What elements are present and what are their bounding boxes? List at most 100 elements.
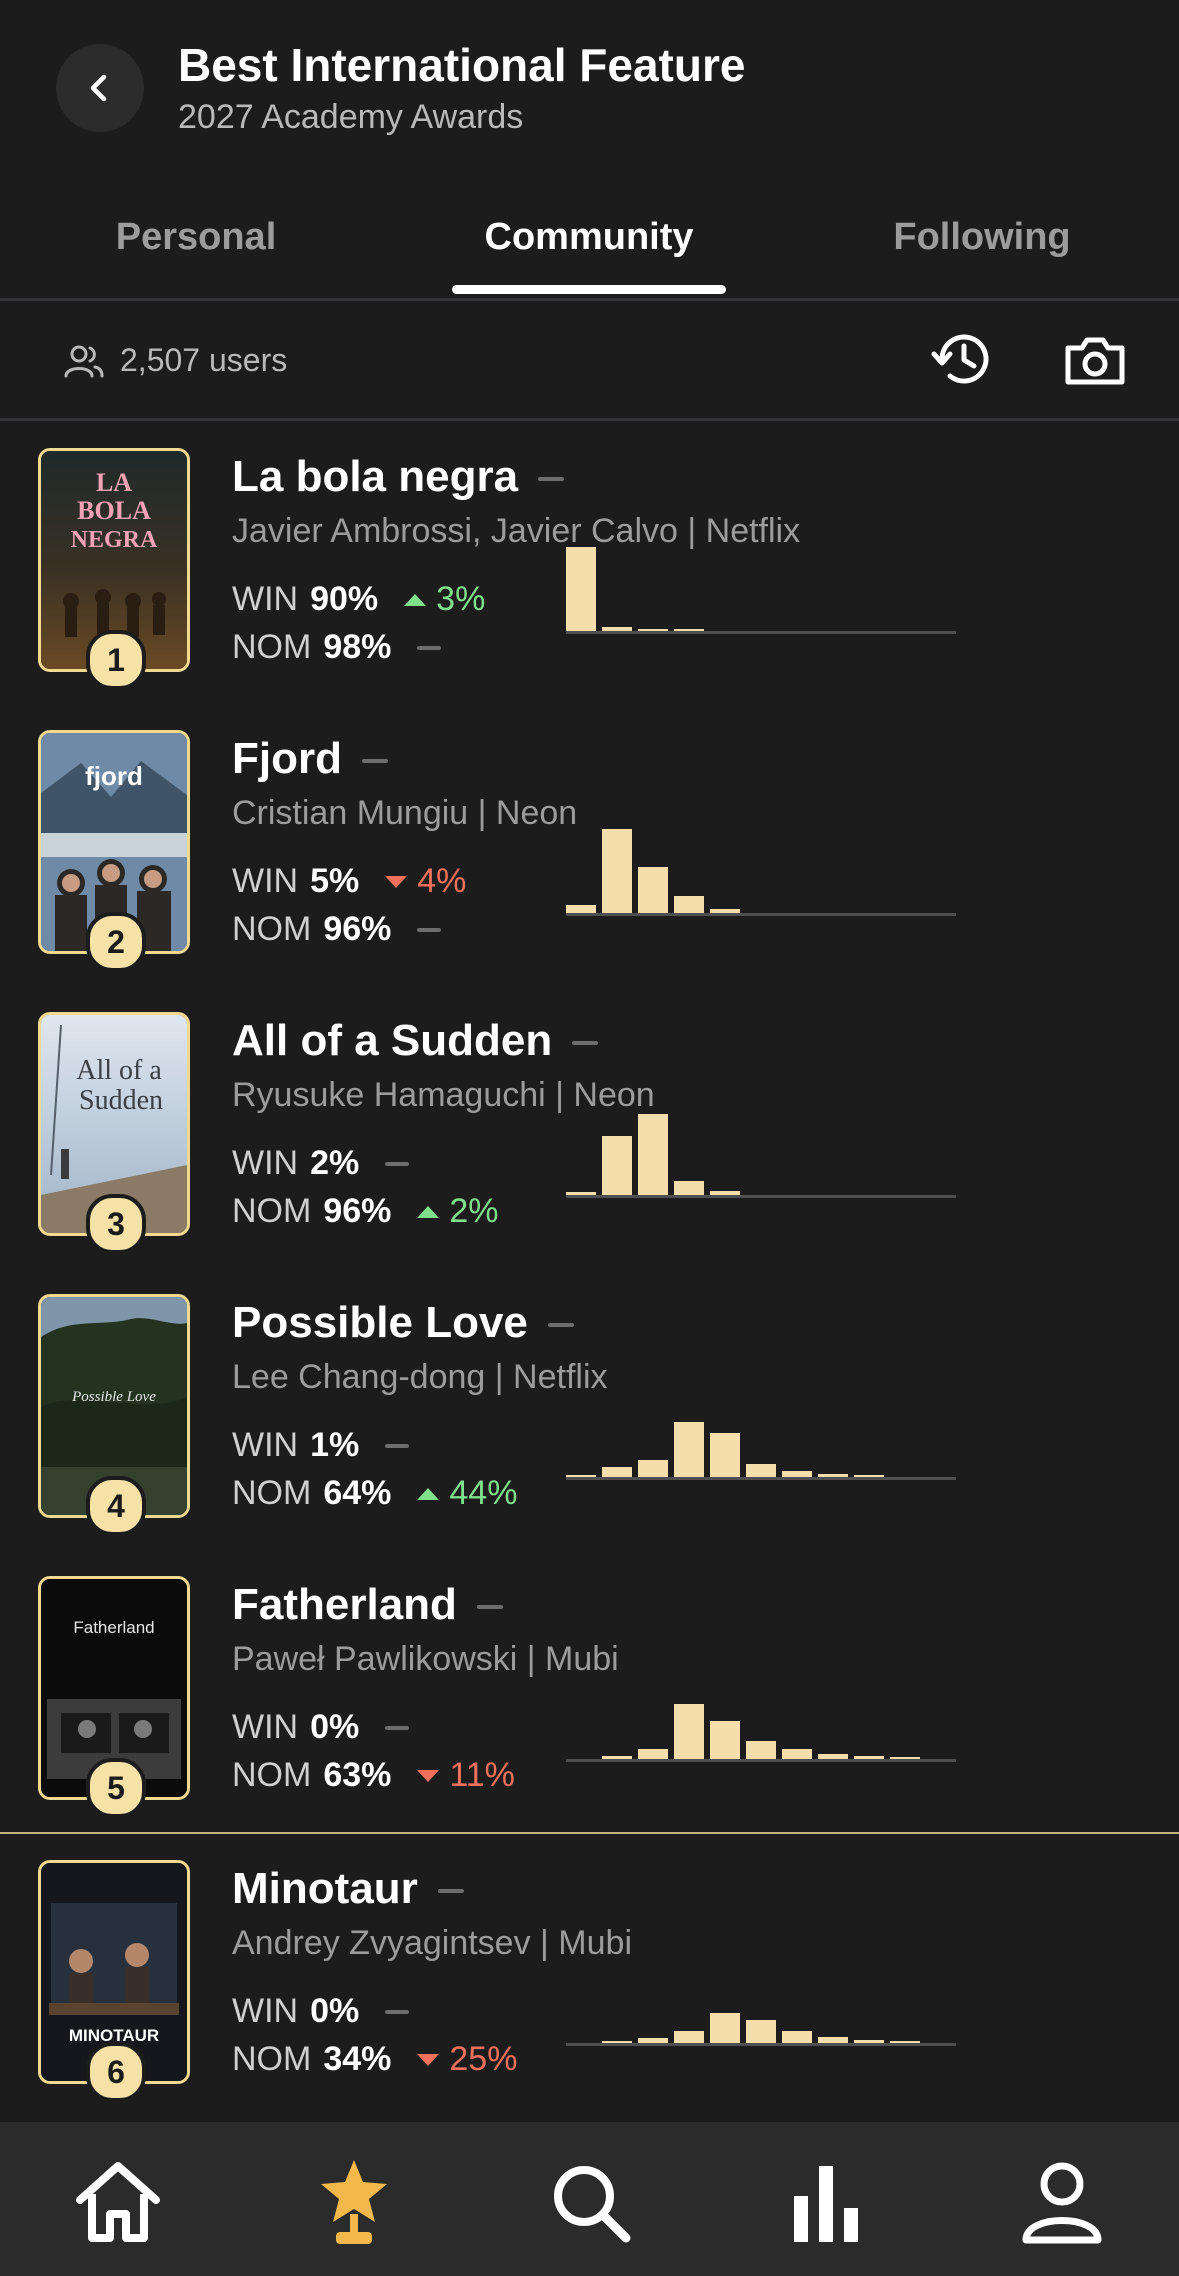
svg-text:fjord: fjord [85,761,143,791]
film-credits: Cristian Mungiu | Neon [232,794,578,832]
change-down: 25% [417,2040,517,2079]
nom-stat: NOM 63% 11% [232,1756,515,1795]
triangle-up-icon [404,593,427,606]
film-title[interactable]: Possible Love [232,1298,574,1348]
nav-home[interactable] [70,2154,166,2250]
nom-stat: NOM 98% [232,628,442,667]
histogram-baseline [566,913,956,916]
bottom-nav [0,2122,1179,2276]
search-icon [554,2166,631,2243]
page-title: Best International Feature [178,39,746,91]
title-no-change-dash [437,1889,464,1894]
tab-personal[interactable]: Personal [116,216,277,259]
page-subtitle: 2027 Academy Awards [178,98,524,136]
nav-awards[interactable] [306,2154,402,2250]
histogram-bar [602,1136,632,1195]
film-row[interactable]: MINOTAUR 6 Minotaur Andrey Zvyagintsev |… [0,1846,1179,2128]
rank-distribution-histogram [566,816,958,916]
histogram-bar [674,896,704,913]
svg-text:Fatherland: Fatherland [73,1618,154,1637]
film-title[interactable]: Minotaur [232,1864,464,1914]
svg-text:All of a: All of a [76,1055,162,1086]
change-up: 3% [404,580,485,619]
svg-text:Possible Love: Possible Love [71,1389,156,1405]
film-credits: Paweł Pawlikowski | Mubi [232,1640,619,1678]
film-row[interactable]: All of a Sudden 3 All of a Sudden Ryusuk… [0,998,1179,1280]
histogram-baseline [566,1195,956,1198]
bar-chart-icon [794,2166,858,2242]
chevron-left-icon [90,74,107,102]
win-stat: WIN 2% [232,1144,410,1183]
rank-badge: 3 [86,1194,146,1254]
histogram-bar [782,2031,812,2043]
histogram-bar [674,1704,704,1759]
histogram-baseline [566,631,956,634]
nav-search[interactable] [542,2154,638,2250]
no-change-dash [385,1725,410,1730]
rank-distribution-histogram [566,1946,958,2046]
histogram-bar [638,1114,668,1195]
histogram-bar [674,1181,704,1195]
triangle-up-icon [417,1205,440,1218]
svg-text:LA: LA [96,468,132,497]
nav-profile[interactable] [1014,2154,1110,2250]
rank-badge: 4 [86,1476,146,1536]
histogram-bar [710,2013,740,2043]
histogram-bar [746,1464,776,1477]
svg-text:Sudden: Sudden [79,1085,163,1116]
no-change-dash [385,2009,410,2014]
award-star-icon [321,2160,387,2244]
histogram-bar [746,1741,776,1759]
change-up: 2% [417,1192,499,1231]
camera-icon[interactable] [1060,326,1130,396]
film-title[interactable]: La bola negra [232,452,565,502]
histogram-baseline [566,2043,956,2046]
change-down: 4% [385,862,466,901]
title-no-change-dash [572,1041,599,1046]
triangle-down-icon [417,1769,440,1782]
change-up: 44% [417,1474,517,1513]
film-row[interactable]: fjord 2 Fjord Cristian Mungiu | Neon WIN… [0,716,1179,998]
film-title[interactable]: Fjord [232,734,388,784]
histogram-bar [674,1422,704,1477]
header: Best International Feature 2027 Academy … [0,0,1179,190]
rank-badge: 6 [86,2042,146,2102]
nom-stat: NOM 96% [232,910,442,949]
back-button[interactable] [56,44,144,132]
triangle-down-icon [385,875,408,888]
nav-stats[interactable] [778,2154,874,2250]
rank-badge: 2 [86,912,146,972]
title-no-change-dash [476,1605,503,1610]
film-row[interactable]: Fatherland 5 Fatherland Paweł Pawlikowsk… [0,1562,1179,1844]
win-stat: WIN 0% [232,1708,410,1747]
film-credits: Lee Chang-dong | Netflix [232,1358,608,1396]
nom-stat: NOM 34% 25% [232,2040,518,2079]
win-stat: WIN 0% [232,1992,410,2031]
no-change-dash [385,1443,410,1448]
film-title[interactable]: Fatherland [232,1580,503,1630]
title-no-change-dash [361,759,388,764]
title-no-change-dash [547,1323,574,1328]
nom-stat: NOM 64% 44% [232,1474,518,1513]
rank-distribution-histogram [566,534,958,634]
film-row[interactable]: Possible Love 4 Possible Love Lee Chang-… [0,1280,1179,1562]
tab-following[interactable]: Following [893,216,1070,259]
histogram-bar [782,1749,812,1759]
users-count: 2,507 users [120,342,288,378]
history-icon[interactable] [928,324,998,394]
tab-active-indicator [452,285,726,294]
no-change-dash [385,1161,410,1166]
triangle-up-icon [417,1487,440,1500]
divider [0,298,1179,301]
users-icon [64,345,104,378]
film-title[interactable]: All of a Sudden [232,1016,599,1066]
tab-community[interactable]: Community [485,216,694,259]
film-row[interactable]: LA BOLA NEGRA 1 La bola negra Javier Amb… [0,434,1179,716]
histogram-bar [710,1433,740,1477]
histogram-baseline [566,1477,956,1480]
histogram-bar [602,1467,632,1477]
histogram-bar [710,1721,740,1759]
change-down: 11% [417,1756,515,1795]
svg-text:NEGRA: NEGRA [71,527,158,553]
cutoff-line [0,1832,1179,1834]
